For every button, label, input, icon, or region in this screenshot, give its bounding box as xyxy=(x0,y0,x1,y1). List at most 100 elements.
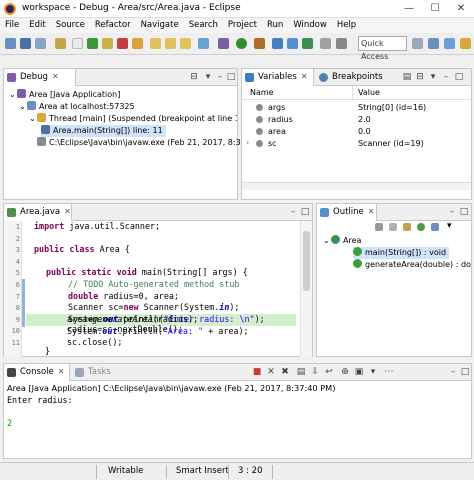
terminate-icon[interactable]: ■ xyxy=(252,367,262,377)
variable-row[interactable]: › sc Scanner (id=19) xyxy=(242,138,471,150)
disconnect-icon[interactable] xyxy=(132,38,143,49)
variable-row[interactable]: area 0.0 xyxy=(242,126,471,138)
code-line-12[interactable]: System.out.println("Area: " + area); xyxy=(67,326,249,338)
close-icon[interactable]: ✕ xyxy=(368,207,375,216)
menu-source[interactable]: Source xyxy=(51,18,90,33)
search-icon[interactable] xyxy=(336,38,347,49)
maximize-view-icon[interactable]: □ xyxy=(459,207,469,217)
minimize-view-icon[interactable]: – xyxy=(441,72,451,82)
code-line-14[interactable]: } xyxy=(45,346,50,357)
clear-console-icon[interactable]: ▤ xyxy=(296,367,306,377)
tree-item-stackframe[interactable]: Area.main(String[]) line: 11 xyxy=(41,125,166,137)
maximize-view-icon[interactable]: □ xyxy=(226,72,236,82)
maximize-view-icon[interactable]: □ xyxy=(300,207,310,217)
menu-file[interactable]: File xyxy=(0,18,24,33)
collapse-all-icon[interactable]: ⊟ xyxy=(415,72,425,82)
column-value[interactable]: Value xyxy=(358,88,380,97)
close-icon[interactable]: ✕ xyxy=(301,72,308,81)
maximize-button[interactable]: ☐ xyxy=(422,0,448,18)
menu-window[interactable]: Window xyxy=(288,18,332,33)
close-button[interactable]: ✕ xyxy=(448,0,474,18)
new-java-project-icon[interactable] xyxy=(272,38,283,49)
expand-icon[interactable]: › xyxy=(246,138,249,147)
column-name[interactable]: Name xyxy=(250,88,274,97)
drop-to-frame-icon[interactable] xyxy=(198,38,209,49)
variable-row[interactable]: args String[0] (id=16) xyxy=(242,102,471,114)
open-perspective-icon[interactable] xyxy=(412,38,423,49)
view-menu-icon[interactable]: ▾ xyxy=(447,221,452,231)
hide-non-public-icon[interactable] xyxy=(417,223,425,231)
outline-method-item[interactable]: generateArea(double) : doubl xyxy=(353,259,471,271)
debug-icon[interactable] xyxy=(218,38,229,49)
step-into-icon[interactable] xyxy=(150,38,161,49)
hide-static-icon[interactable] xyxy=(403,223,411,231)
remove-all-icon[interactable]: ✖ xyxy=(280,367,290,377)
open-type-icon[interactable] xyxy=(320,38,331,49)
new-class-icon[interactable] xyxy=(302,38,313,49)
maximize-view-icon[interactable]: □ xyxy=(460,367,470,377)
quick-access-input[interactable]: Quick Access xyxy=(358,36,407,61)
outline-method-item[interactable]: main(String[]) : void xyxy=(353,247,450,259)
suspend-icon[interactable] xyxy=(102,38,113,49)
remove-launch-icon[interactable]: ✕ xyxy=(266,367,276,377)
scrollbar-thumb[interactable] xyxy=(303,231,310,291)
tab-tasks[interactable]: Tasks xyxy=(72,364,122,381)
close-icon[interactable]: ✕ xyxy=(58,367,65,376)
resume-icon[interactable] xyxy=(87,38,98,49)
minimize-view-icon[interactable]: – xyxy=(447,207,457,217)
tab-debug[interactable]: Debug ✕ xyxy=(4,69,76,86)
tree-item-thread[interactable]: ⌄ Thread [main] (Suspended (breakpoint at… xyxy=(29,113,237,125)
word-wrap-icon[interactable]: ↩ xyxy=(324,367,334,377)
terminate-icon[interactable] xyxy=(117,38,128,49)
new-package-icon[interactable] xyxy=(287,38,298,49)
menu-help[interactable]: Help xyxy=(332,18,361,33)
view-menu-icon[interactable]: ▾ xyxy=(428,72,438,82)
minimize-view-icon[interactable]: – xyxy=(448,367,458,377)
hide-fields-icon[interactable] xyxy=(389,223,397,231)
menu-navigate[interactable]: Navigate xyxy=(136,18,184,33)
tree-item-target[interactable]: ⌄ Area at localhost:57325 xyxy=(19,101,135,113)
open-console-icon[interactable]: ▾ xyxy=(368,367,378,377)
minimize-button[interactable]: — xyxy=(396,0,422,18)
outline-class-item[interactable]: ⌄ Area xyxy=(323,235,361,247)
tab-outline[interactable]: Outline ✕ xyxy=(317,204,377,221)
other-perspective-icon[interactable] xyxy=(460,38,471,49)
debug-perspective-icon[interactable] xyxy=(444,38,455,49)
sort-icon[interactable] xyxy=(375,223,383,231)
collapse-all-icon[interactable]: ⊟ xyxy=(189,72,199,82)
tree-item-launch[interactable]: ⌄ Area [Java Application] xyxy=(9,89,120,101)
close-icon[interactable]: ✕ xyxy=(52,72,59,81)
pin-console-icon[interactable]: ⊕ xyxy=(340,367,350,377)
step-return-icon[interactable] xyxy=(180,38,191,49)
menu-edit[interactable]: Edit xyxy=(24,18,50,33)
save-all-icon[interactable] xyxy=(35,38,46,49)
variable-row[interactable]: radius 2.0 xyxy=(242,114,471,126)
external-tools-icon[interactable] xyxy=(254,38,265,49)
tab-variables[interactable]: Variables ✕ xyxy=(242,69,314,86)
horizontal-scrollbar[interactable] xyxy=(242,182,471,190)
tab-breakpoints[interactable]: Breakpoints xyxy=(316,69,386,86)
step-filter-icon[interactable] xyxy=(72,38,83,49)
hide-local-types-icon[interactable] xyxy=(431,223,439,231)
menu-search[interactable]: Search xyxy=(184,18,223,33)
step-over-icon[interactable] xyxy=(165,38,176,49)
maximize-view-icon[interactable]: □ xyxy=(454,72,464,82)
console-menu-icon[interactable]: ⋯ xyxy=(384,367,394,377)
menu-run[interactable]: Run xyxy=(262,18,288,33)
new-icon[interactable] xyxy=(5,38,16,49)
skip-breakpoints-icon[interactable] xyxy=(55,38,66,49)
java-perspective-icon[interactable] xyxy=(428,38,439,49)
code-line-13[interactable]: sc.close(); xyxy=(67,337,122,349)
run-icon[interactable] xyxy=(236,38,247,49)
scroll-lock-icon[interactable]: ⇩ xyxy=(310,367,320,377)
menu-project[interactable]: Project xyxy=(223,18,262,33)
tab-console[interactable]: Console ✕ xyxy=(4,364,70,381)
vertical-scrollbar[interactable] xyxy=(300,221,312,357)
code-line-11[interactable]: area=generateArea(radius); xyxy=(67,314,198,326)
minimize-view-icon[interactable]: – xyxy=(215,72,225,82)
display-console-icon[interactable]: ▣ xyxy=(354,367,364,377)
view-menu-icon[interactable]: ▾ xyxy=(203,72,213,82)
save-icon[interactable] xyxy=(20,38,31,49)
tree-item-process[interactable]: C:\Eclipse\Java\bin\javaw.exe (Feb 21, 2… xyxy=(29,137,276,149)
show-type-names-icon[interactable]: ▤ xyxy=(402,72,412,82)
